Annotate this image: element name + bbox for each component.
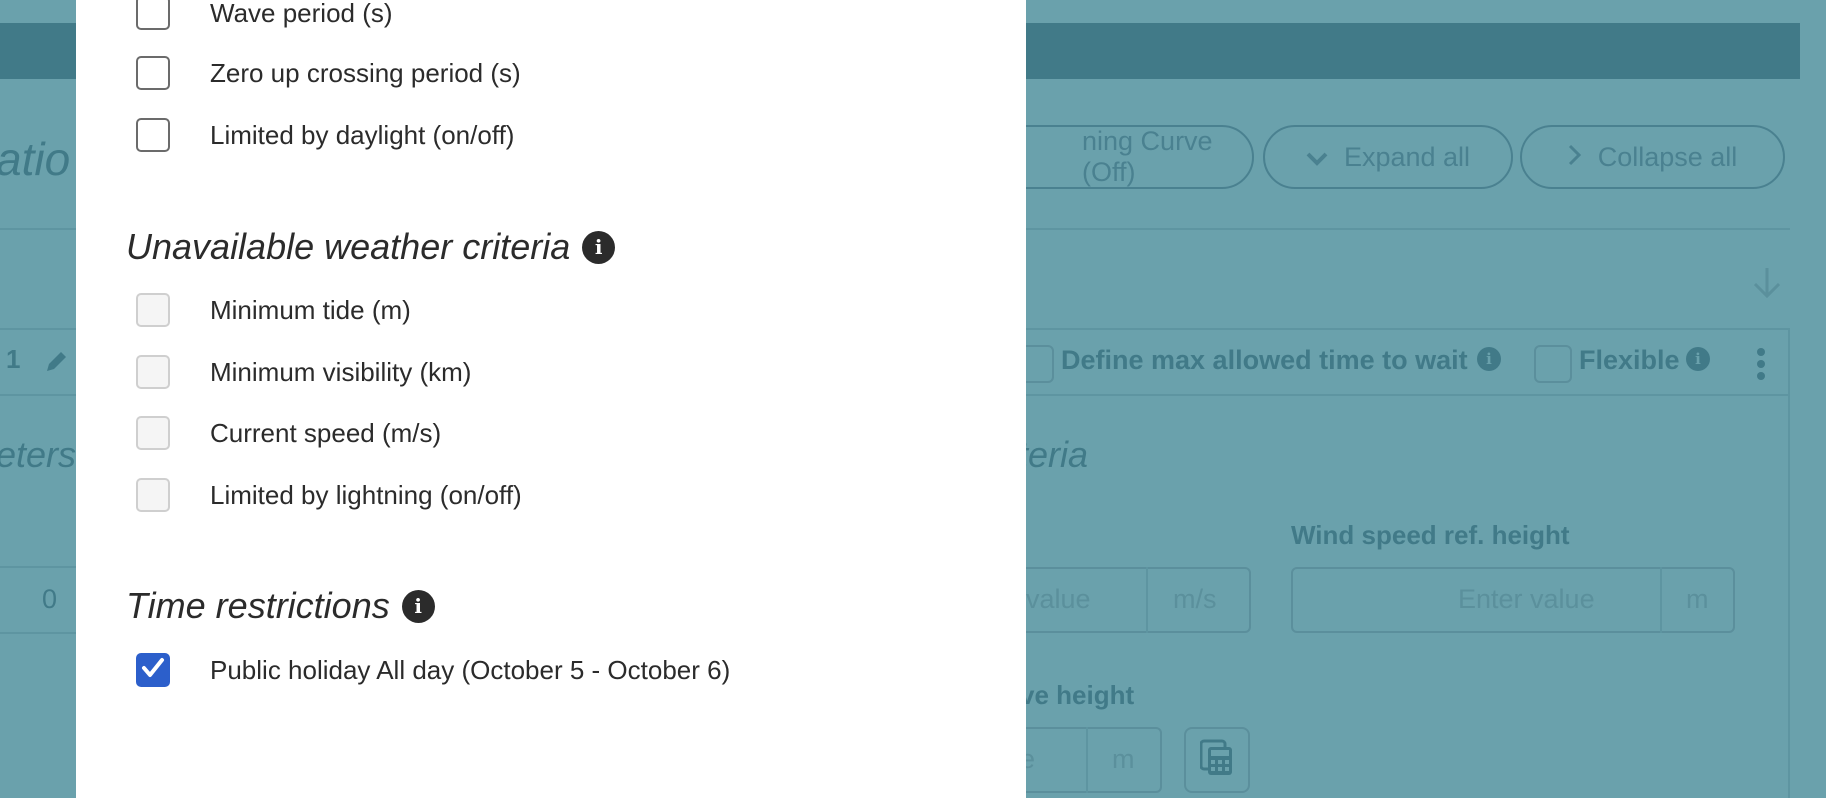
criteria-option-daylight[interactable]: Limited by daylight (on/off) xyxy=(136,115,514,155)
wave-height-label-partial: ve height xyxy=(1020,680,1135,710)
wave-height-unit: m xyxy=(1112,744,1135,774)
edit-pencil-icon[interactable] xyxy=(44,348,70,379)
checkbox[interactable] xyxy=(136,56,170,90)
learning-curve-label: ning Curve (Off) xyxy=(1082,126,1213,187)
checkmark-icon xyxy=(141,657,165,684)
parameters-heading-partial: eters xyxy=(0,434,77,475)
flexible-label: Flexible xyxy=(1579,345,1680,375)
info-icon[interactable]: i xyxy=(1686,347,1710,371)
option-label: Zero up crossing period (s) xyxy=(210,57,521,88)
criteria-option-zero-up-crossing[interactable]: Zero up crossing period (s) xyxy=(136,53,521,93)
unavailable-criteria-heading: Unavailable weather criteria i xyxy=(126,226,616,268)
calculator-icon xyxy=(1199,739,1234,782)
checkbox-disabled xyxy=(136,355,170,389)
more-options-icon[interactable] xyxy=(1754,347,1768,386)
wind-speed-ref-label: Wind speed ref. height xyxy=(1291,520,1570,550)
option-label: Current speed (m/s) xyxy=(210,417,442,448)
value-zero: 0 xyxy=(42,584,58,614)
option-label: Public holiday All day (October 5 - Octo… xyxy=(210,654,731,685)
time-restriction-public-holiday[interactable]: Public holiday All day (October 5 - Octo… xyxy=(136,650,730,690)
wind-speed-ref-unit: m xyxy=(1686,584,1709,614)
option-label: Wave period (s) xyxy=(210,0,393,28)
divider xyxy=(0,632,76,634)
section-title-text: Unavailable weather criteria xyxy=(126,226,571,267)
expand-all-label: Expand all xyxy=(1343,141,1471,172)
chevron-down-icon xyxy=(1306,142,1328,173)
wind-speed-ref-placeholder: Enter value xyxy=(1458,584,1595,614)
option-label: Limited by lightning (on/off) xyxy=(210,479,522,510)
input-addon-divider xyxy=(1146,567,1148,633)
checkbox[interactable] xyxy=(136,0,170,30)
criteria-option-wave-period[interactable]: Wave period (s) xyxy=(136,0,393,33)
define-max-wait-label: Define max allowed time to wait xyxy=(1061,345,1468,375)
time-restrictions-heading: Time restrictions i xyxy=(126,585,435,627)
page-heading-partial: atio xyxy=(0,133,71,185)
weather-criteria-modal: Wave period (s) Zero up crossing period … xyxy=(76,0,1026,798)
criteria-option-minimum-visibility: Minimum visibility (km) xyxy=(136,352,471,392)
checkbox[interactable] xyxy=(136,118,170,152)
input-addon-divider xyxy=(1660,567,1662,633)
task-row-number: 1 xyxy=(6,344,21,374)
arrow-down-icon[interactable] xyxy=(1750,266,1784,305)
option-label: Minimum visibility (km) xyxy=(210,356,472,387)
wind-speed-placeholder: value xyxy=(1026,584,1091,614)
criteria-option-current-speed: Current speed (m/s) xyxy=(136,413,441,453)
criteria-option-lightning: Limited by lightning (on/off) xyxy=(136,475,522,515)
option-label: Limited by daylight (on/off) xyxy=(210,119,515,150)
checkbox-disabled xyxy=(136,478,170,512)
chevron-right-icon xyxy=(1568,142,1582,173)
info-icon[interactable]: i xyxy=(1477,347,1501,371)
divider xyxy=(0,566,76,568)
task-panel-right-border xyxy=(1788,328,1790,798)
checkbox-disabled xyxy=(136,416,170,450)
option-label: Minimum tide (m) xyxy=(210,294,411,325)
info-icon[interactable]: i xyxy=(401,589,435,623)
checkbox-disabled xyxy=(136,293,170,327)
checkbox-checked[interactable] xyxy=(136,653,170,687)
calculator-button[interactable] xyxy=(1184,727,1250,793)
collapse-all-label: Collapse all xyxy=(1597,141,1738,172)
collapse-all-button[interactable]: Collapse all xyxy=(1520,125,1785,189)
expand-all-button[interactable]: Expand all xyxy=(1263,125,1513,189)
criteria-option-minimum-tide: Minimum tide (m) xyxy=(136,290,411,330)
flexible-checkbox[interactable] xyxy=(1534,345,1572,383)
wind-speed-unit: m/s xyxy=(1173,584,1217,614)
info-icon[interactable]: i xyxy=(582,230,616,264)
section-title-text: Time restrictions xyxy=(126,585,390,626)
input-addon-divider xyxy=(1086,727,1088,793)
